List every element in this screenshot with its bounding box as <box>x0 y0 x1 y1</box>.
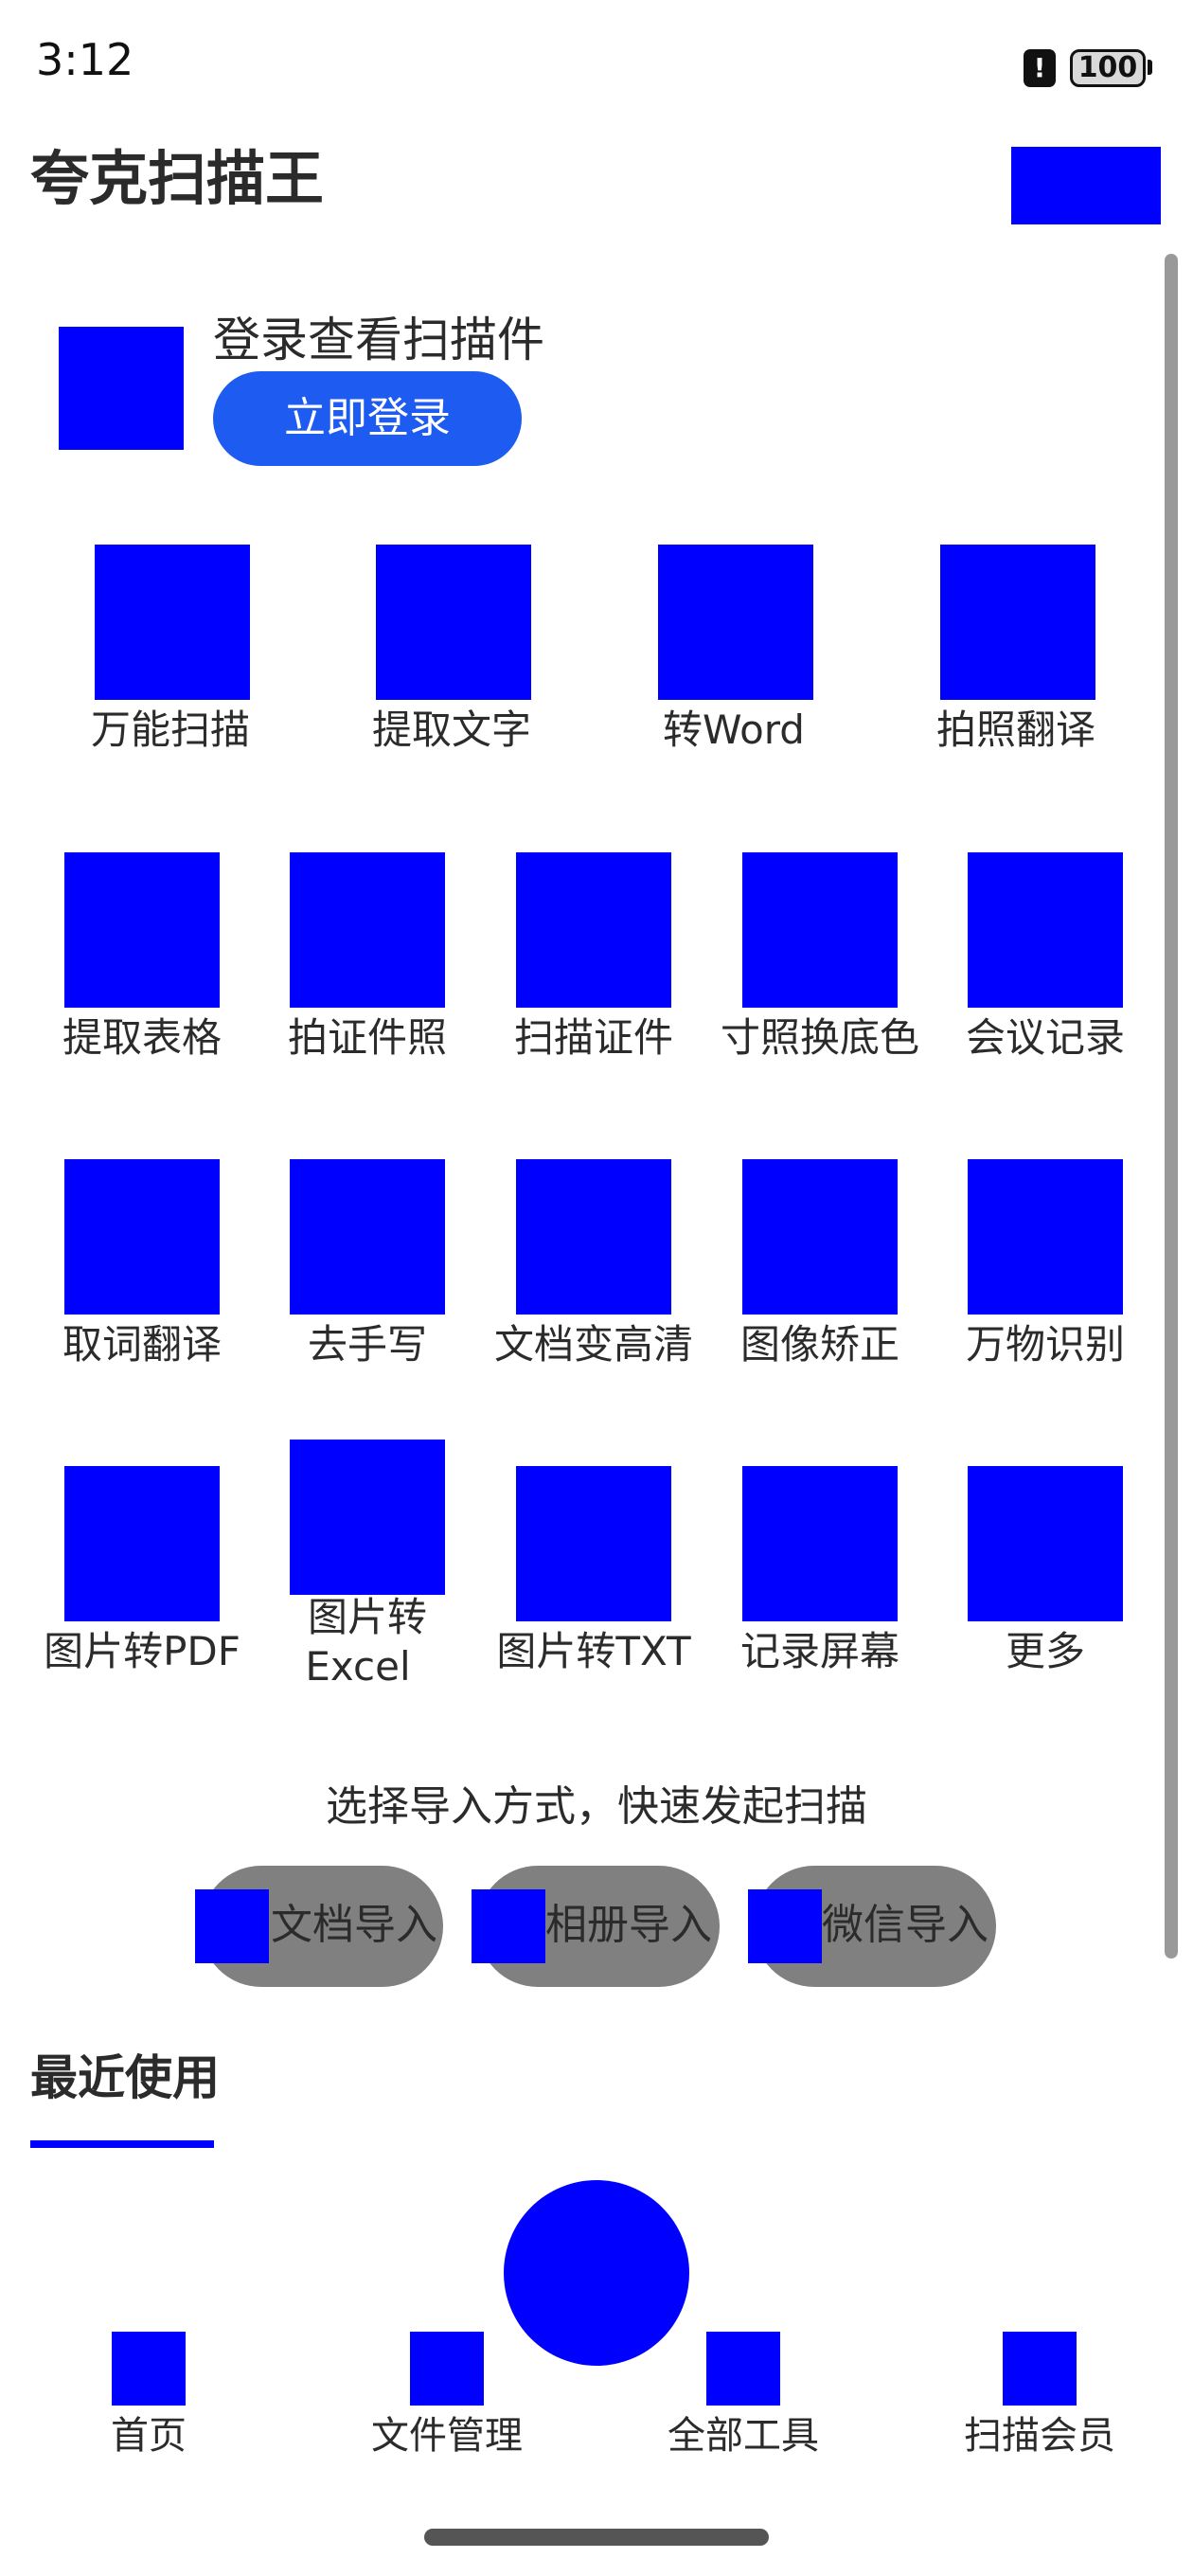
home-indicator[interactable] <box>424 2529 769 2546</box>
nav-label: 文件管理 <box>371 2414 523 2458</box>
document-import-label: 文档导入 <box>271 1901 437 1949</box>
tool-meeting-notes[interactable]: 会议记录 <box>941 852 1149 1070</box>
alert-icon: ! <box>1024 49 1056 87</box>
tool-label: 万物识别 <box>965 1321 1125 1368</box>
more-icon <box>968 1466 1123 1621</box>
tool-object-recognition[interactable]: 万物识别 <box>941 1159 1149 1377</box>
tool-label: 寸照换底色 <box>720 1014 919 1061</box>
tool-label: 图像矫正 <box>739 1321 899 1368</box>
tool-id-photo[interactable]: 拍证件照 <box>263 852 472 1070</box>
image-to-excel-icon <box>290 1440 445 1595</box>
tool-label: 扫描证件 <box>513 1014 673 1061</box>
scrollbar[interactable] <box>1165 254 1178 1959</box>
id-photo-icon <box>290 852 445 1008</box>
tool-image-to-txt[interactable]: 图片转TXT <box>490 1466 698 1684</box>
avatar[interactable] <box>59 327 184 450</box>
tool-remove-handwriting[interactable]: 去手写 <box>263 1159 472 1377</box>
tool-screen-record[interactable]: 记录屏幕 <box>716 1466 924 1684</box>
folder-icon <box>410 2332 484 2406</box>
remove-handwriting-icon <box>290 1159 445 1315</box>
tool-label: 转Word <box>663 707 805 753</box>
tool-label: 万能扫描 <box>90 707 250 753</box>
album-import-label: 相册导入 <box>545 1901 712 1949</box>
image-to-txt-icon <box>516 1466 671 1621</box>
tool-photo-background[interactable]: 寸照换底色 <box>716 852 924 1070</box>
tool-label: 文档变高清 <box>493 1321 693 1368</box>
nav-file-management[interactable]: 文件管理 <box>343 2332 551 2459</box>
screen-record-icon <box>742 1466 898 1621</box>
tool-label: 图片转PDF <box>44 1628 240 1674</box>
tool-label: 取词翻译 <box>62 1321 222 1368</box>
document-import-icon <box>195 1889 269 1963</box>
login-prompt: 登录查看扫描件 <box>213 313 544 367</box>
tools-icon <box>706 2332 780 2406</box>
tool-image-correction[interactable]: 图像矫正 <box>716 1159 924 1377</box>
scan-id-icon <box>516 852 671 1008</box>
photo-background-icon <box>742 852 898 1008</box>
album-import-icon <box>472 1889 545 1963</box>
battery-icon: 100 <box>1070 49 1146 87</box>
tool-label-line1: 图片转 <box>307 1594 427 1640</box>
tool-extract-table[interactable]: 提取表格 <box>38 852 246 1070</box>
header-action-button[interactable] <box>1011 147 1161 224</box>
tool-label: 更多 <box>1005 1628 1085 1674</box>
app-title: 夸克扫描王 <box>30 144 325 213</box>
tool-label: 提取文字 <box>371 707 531 753</box>
extract-table-icon <box>64 852 220 1008</box>
extract-text-icon <box>376 545 531 700</box>
tool-label: 提取表格 <box>62 1014 222 1061</box>
tool-image-to-pdf[interactable]: 图片转PDF <box>38 1466 246 1684</box>
tool-label: 记录屏幕 <box>739 1628 899 1674</box>
nav-membership[interactable]: 扫描会员 <box>935 2332 1144 2459</box>
import-title: 选择导入方式，快速发起扫描 <box>326 1782 867 1831</box>
tool-label: 会议记录 <box>965 1014 1125 1061</box>
nav-all-tools[interactable]: 全部工具 <box>639 2332 847 2459</box>
nav-label: 扫描会员 <box>964 2414 1115 2458</box>
tool-image-to-excel[interactable]: 图片转 Excel <box>263 1440 472 1695</box>
home-icon <box>112 2332 186 2406</box>
to-word-icon <box>658 545 813 700</box>
status-time: 3:12 <box>36 34 134 85</box>
tool-universal-scan[interactable]: 万能扫描 <box>76 545 265 762</box>
meeting-notes-icon <box>968 852 1123 1008</box>
tool-extract-text[interactable]: 提取文字 <box>357 545 546 762</box>
tool-label-line2: Excel <box>305 1643 411 1690</box>
login-button[interactable]: 立即登录 <box>213 371 522 466</box>
photo-translate-icon <box>940 545 1095 700</box>
tool-word-translate[interactable]: 取词翻译 <box>38 1159 246 1377</box>
tool-label: 拍照翻译 <box>935 707 1095 753</box>
nav-home[interactable]: 首页 <box>45 2332 253 2459</box>
tool-more[interactable]: 更多 <box>941 1466 1149 1684</box>
universal-scan-icon <box>95 545 250 700</box>
tool-label: 拍证件照 <box>287 1014 447 1061</box>
tool-scan-id[interactable]: 扫描证件 <box>490 852 698 1070</box>
wechat-import-icon <box>748 1889 822 1963</box>
wechat-import-label: 微信导入 <box>822 1901 988 1949</box>
nav-label: 全部工具 <box>668 2414 819 2458</box>
word-translate-icon <box>64 1159 220 1315</box>
nav-label: 首页 <box>111 2414 187 2458</box>
battery-tip <box>1148 60 1152 75</box>
recent-tab-indicator <box>30 2140 214 2148</box>
image-correction-icon <box>742 1159 898 1315</box>
image-to-pdf-icon <box>64 1466 220 1621</box>
document-hd-icon <box>516 1159 671 1315</box>
object-recognition-icon <box>968 1159 1123 1315</box>
membership-icon <box>1003 2332 1077 2406</box>
tool-to-word[interactable]: 转Word <box>639 545 828 762</box>
recent-title[interactable]: 最近使用 <box>30 2049 220 2106</box>
tool-label: 图片转TXT <box>496 1628 691 1674</box>
tool-label: 去手写 <box>307 1321 427 1368</box>
tool-document-hd[interactable]: 文档变高清 <box>490 1159 698 1377</box>
tool-photo-translate[interactable]: 拍照翻译 <box>921 545 1111 762</box>
